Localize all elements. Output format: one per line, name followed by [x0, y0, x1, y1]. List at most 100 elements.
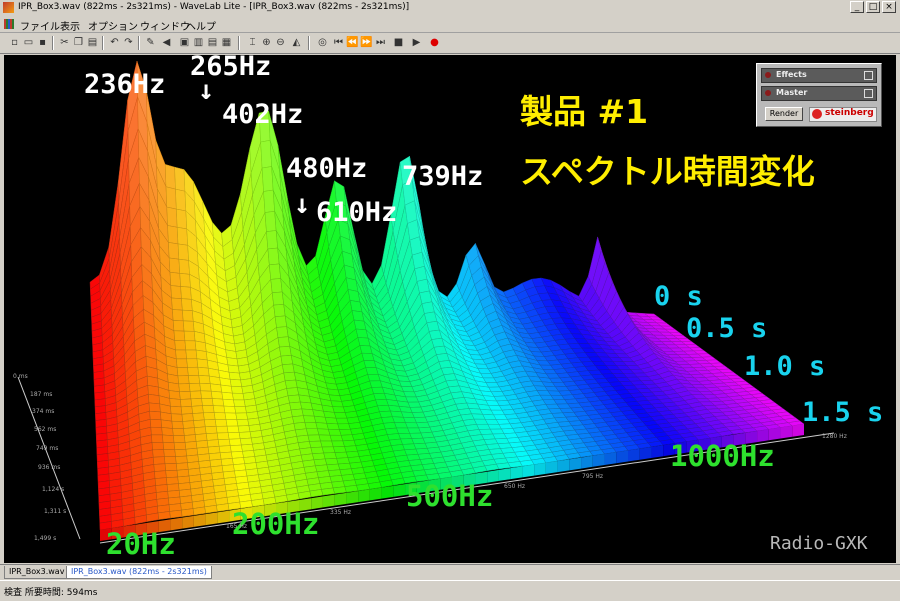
- spectrum-cell: [154, 477, 168, 486]
- tab-file[interactable]: IPR_Box3.wav: [4, 566, 70, 579]
- master-row[interactable]: Master: [761, 86, 877, 101]
- menu-window[interactable]: ウィンドウ: [140, 18, 190, 33]
- spectrum-cell: [307, 434, 321, 442]
- view2-icon[interactable]: ▥: [192, 36, 205, 49]
- record-icon[interactable]: ●: [428, 36, 441, 49]
- spectrum-cell: [331, 440, 345, 448]
- spectrum-front-cell: [534, 462, 546, 476]
- spectrum-cell: [176, 226, 188, 246]
- undo-icon[interactable]: ↶: [108, 36, 121, 49]
- spectrum-cell: [180, 398, 193, 408]
- spectrum-cell: [176, 469, 190, 478]
- spectrum-cell: [182, 420, 195, 429]
- zoom-out-icon[interactable]: ⊖: [274, 36, 287, 49]
- spectrum-cell: [301, 408, 315, 417]
- spectrum-front-cell: [639, 446, 652, 460]
- effects-label: Effects: [776, 70, 807, 79]
- new-icon[interactable]: ▫: [8, 36, 21, 49]
- effects-toggle[interactable]: [864, 71, 873, 80]
- spectrum-cell: [241, 443, 254, 452]
- redo-icon[interactable]: ↷: [122, 36, 135, 49]
- spectrum-cell: [165, 186, 177, 210]
- time-label-10: 1.0 s: [744, 351, 826, 382]
- menu-view[interactable]: 表示: [60, 18, 80, 33]
- spectrum-cell: [169, 398, 182, 408]
- peak-arrow-265: ↓: [198, 75, 215, 106]
- spectrum-cell: [321, 446, 336, 454]
- spectrum-cell: [175, 455, 188, 464]
- play-icon[interactable]: ▶: [410, 36, 423, 49]
- stop-icon[interactable]: ■: [392, 36, 405, 49]
- master-toggle[interactable]: [864, 89, 873, 98]
- view1-icon[interactable]: ▣: [178, 36, 191, 49]
- time-tick: 749 ms: [36, 445, 59, 452]
- spectrum-cell: [274, 315, 287, 328]
- forward-icon[interactable]: ⏩: [360, 36, 373, 49]
- pencil-icon[interactable]: ✎: [144, 36, 157, 49]
- time-label-0: 0 s: [654, 281, 703, 312]
- save-icon[interactable]: ▪: [36, 36, 49, 49]
- spectrum-cell: [164, 164, 176, 190]
- to-end-icon[interactable]: ⏭: [374, 36, 387, 49]
- spectrum-view[interactable]: 236Hz 265Hz ↓ 402Hz 480Hz ↓ 610Hz 739Hz …: [4, 55, 896, 563]
- freq-tick: 650 Hz: [504, 483, 526, 490]
- to-start-icon[interactable]: ⏮: [332, 36, 345, 49]
- spectrum-cell: [344, 485, 359, 493]
- cursor-icon[interactable]: ⌶: [246, 36, 259, 49]
- copy-icon[interactable]: ❐: [72, 36, 85, 49]
- rewind-icon[interactable]: ⏪: [346, 36, 359, 49]
- spectrum-front-cell: [604, 452, 617, 466]
- open-icon[interactable]: ▭: [22, 36, 35, 49]
- cd-icon[interactable]: ◎: [316, 36, 329, 49]
- spectrum-cell: [172, 309, 184, 322]
- document-icon[interactable]: [4, 19, 14, 29]
- spectrum-front-cell: [510, 466, 523, 480]
- fade-icon[interactable]: ◭: [290, 36, 303, 49]
- view4-icon[interactable]: ▦: [220, 36, 233, 49]
- peak-arrow-480: ↓: [294, 189, 311, 220]
- render-button[interactable]: Render: [765, 107, 803, 121]
- spectrum-cell: [334, 451, 349, 459]
- spectrum-cell: [299, 401, 313, 410]
- spectrum-front-cell: [628, 448, 640, 462]
- effects-row[interactable]: Effects: [761, 68, 877, 83]
- minimize-button[interactable]: _: [850, 1, 864, 13]
- spectrum-cell: [172, 320, 185, 332]
- spectrum-cell: [222, 398, 235, 407]
- spectrum-front-cell: [545, 461, 558, 474]
- window-title: IPR_Box3.wav (822ms - 2s321ms) - WaveLab…: [18, 2, 410, 12]
- speaker-icon[interactable]: ◀: [160, 36, 173, 49]
- zoom-in-icon[interactable]: ⊕: [260, 36, 273, 49]
- menu-options[interactable]: オプション: [88, 18, 138, 33]
- peak-label-739: 739Hz: [402, 161, 484, 192]
- spectrum-cell: [178, 258, 190, 275]
- spectrum-cell: [187, 366, 200, 376]
- menu-file[interactable]: ファイル: [20, 18, 60, 33]
- maximize-button[interactable]: □: [866, 1, 880, 13]
- spectrum-cell: [192, 412, 205, 421]
- spectrum-cell: [216, 503, 230, 512]
- spectrum-cell: [176, 358, 188, 368]
- view3-icon[interactable]: ▤: [206, 36, 219, 49]
- paste-icon[interactable]: ▤: [86, 36, 99, 49]
- peak-label-402: 402Hz: [222, 99, 304, 130]
- spectrum-cell: [148, 402, 161, 413]
- steinberg-label: steinberg: [825, 108, 874, 118]
- time-label-05: 0.5 s: [686, 313, 768, 344]
- close-button[interactable]: ×: [882, 1, 896, 13]
- time-tick: 374 ms: [32, 408, 55, 415]
- spectrum-front-cell: [557, 459, 570, 473]
- spectrum-cell: [179, 273, 191, 288]
- menu-help[interactable]: ヘルプ: [186, 18, 216, 33]
- spectrum-cell: [342, 439, 357, 447]
- title-bar: IPR_Box3.wav (822ms - 2s321ms) - WaveLab…: [0, 0, 900, 17]
- spectrum-cell: [195, 440, 209, 449]
- spectrum-front-cell: [381, 485, 394, 499]
- spectrum-cell: [152, 449, 165, 458]
- spectrum-cell: [153, 463, 167, 472]
- spectrum-cell: [333, 412, 348, 419]
- cut-icon[interactable]: ✂: [58, 36, 71, 49]
- tab-selection[interactable]: IPR_Box3.wav (822ms - 2s321ms): [66, 566, 212, 579]
- spectrum-cell: [154, 470, 167, 479]
- spectrum-cell: [148, 393, 161, 405]
